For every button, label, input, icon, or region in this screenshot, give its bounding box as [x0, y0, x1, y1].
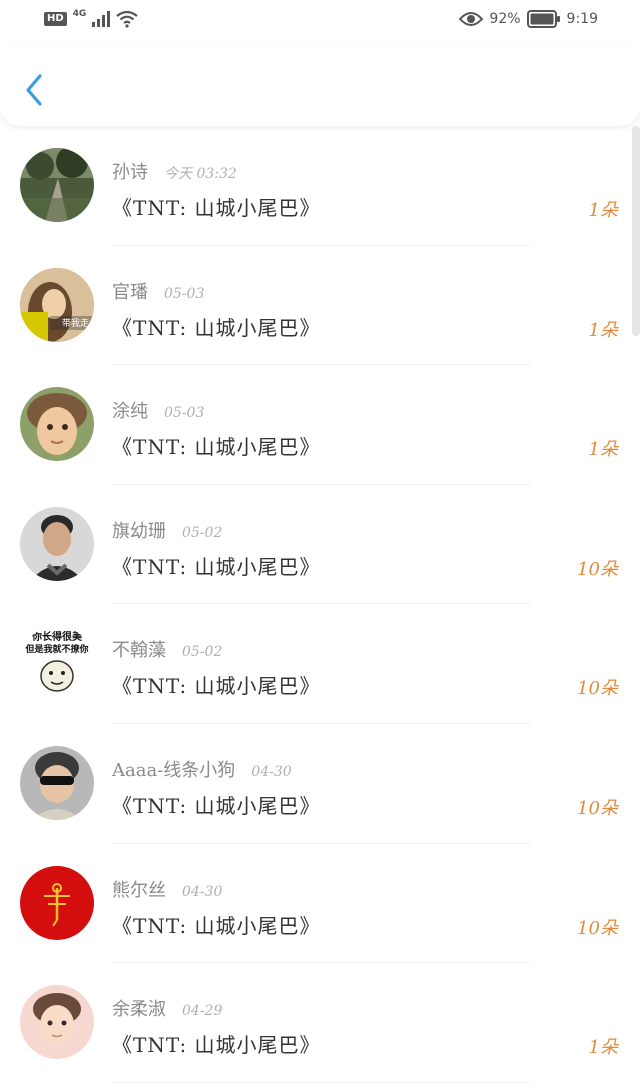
list-item[interactable]: 你长得很美 但是我就不撩你 不翰藻 05-02 《TNT: 山城小尾巴》 10朵	[0, 604, 640, 724]
eye-icon	[459, 12, 484, 26]
network-type: 4G	[72, 9, 87, 19]
avatar[interactable]	[20, 985, 94, 1060]
sender-name: 孙诗	[112, 162, 148, 183]
avatar-caption: 带我走	[62, 318, 89, 329]
work-title: 《TNT: 山城小尾巴》	[112, 913, 321, 938]
flower-count: 1朵	[588, 319, 618, 341]
avatar[interactable]: 你长得很美 但是我就不撩你	[20, 626, 94, 701]
status-bar: HD 4G 92% 9:19	[0, 0, 640, 44]
item-meta: 孙诗 今天 03:32	[112, 158, 237, 184]
flower-count: 10朵	[577, 797, 618, 819]
send-date: 05-03	[164, 405, 205, 422]
sender-name: 熊尔丝	[112, 879, 166, 901]
avatar[interactable]	[20, 148, 94, 222]
flower-count: 10朵	[577, 917, 618, 939]
sender-name: 不翰藻	[112, 640, 166, 662]
flower-count: 1朵	[588, 439, 618, 461]
avatar-caption: 你长得很美	[31, 630, 83, 643]
nav-header	[0, 44, 640, 126]
sender-name: 官璠	[112, 281, 148, 303]
work-title: 《TNT: 山城小尾巴》	[112, 793, 321, 818]
send-date: 今天 03:32	[164, 166, 237, 182]
item-meta: 不翰藻 05-02	[112, 636, 222, 662]
status-right: 92% 9:19	[459, 10, 598, 28]
list-item[interactable]: Aaaa-线条小狗 04-30 《TNT: 山城小尾巴》 10朵	[0, 724, 640, 844]
work-title: 《TNT: 山城小尾巴》	[112, 1033, 321, 1058]
work-title: 《TNT: 山城小尾巴》	[112, 435, 321, 460]
send-date: 04-29	[182, 1003, 223, 1020]
flower-count: 1朵	[588, 200, 618, 221]
item-meta: 涂纯 05-03	[112, 397, 204, 423]
gift-list: 孙诗 今天 03:32 《TNT: 山城小尾巴》 1朵 带我走 官璠 05-03…	[0, 126, 640, 1083]
sender-name: Aaaa-线条小狗	[112, 759, 236, 781]
avatar[interactable]	[20, 745, 94, 820]
send-date: 04-30	[251, 763, 292, 780]
back-button[interactable]	[20, 70, 50, 110]
work-title: 《TNT: 山城小尾巴》	[112, 674, 321, 699]
wifi-icon	[116, 10, 139, 28]
work-title: 《TNT: 山城小尾巴》	[112, 554, 321, 579]
send-date: 04-30	[182, 883, 223, 900]
list-item[interactable]: 涂纯 05-03 《TNT: 山城小尾巴》 1朵	[0, 365, 640, 485]
hd-badge: HD	[44, 12, 67, 26]
sender-name: 余柔淑	[112, 999, 166, 1021]
battery-percent: 92%	[489, 11, 521, 27]
item-meta: 余柔淑 04-29	[112, 995, 222, 1021]
item-meta: 旗幼珊 05-02	[112, 517, 222, 543]
flower-count: 1朵	[588, 1037, 618, 1059]
status-left: HD 4G	[44, 9, 139, 28]
item-meta: 熊尔丝 04-30	[112, 876, 222, 902]
list-item[interactable]: 熊尔丝 04-30 《TNT: 山城小尾巴》 10朵	[0, 844, 640, 964]
send-date: 05-02	[182, 524, 223, 541]
avatar-caption: 但是我就不撩你	[24, 643, 88, 655]
send-date: 05-03	[164, 285, 205, 302]
avatar[interactable]: 带我走	[20, 267, 94, 342]
send-date: 05-02	[182, 644, 223, 661]
work-title: 《TNT: 山城小尾巴》	[112, 315, 321, 340]
sender-name: 旗幼珊	[112, 520, 166, 542]
list-item[interactable]: 余柔淑 04-29 《TNT: 山城小尾巴》 1朵	[0, 963, 640, 1083]
avatar[interactable]	[20, 865, 94, 940]
avatar[interactable]	[20, 387, 94, 462]
item-meta: Aaaa-线条小狗 04-30	[112, 756, 292, 782]
battery-icon	[526, 10, 560, 28]
scrollbar[interactable]	[632, 126, 640, 336]
chevron-left-icon	[26, 74, 42, 106]
clock: 9:19	[566, 11, 598, 27]
flower-count: 10朵	[577, 678, 618, 700]
list-item[interactable]: 带我走 官璠 05-03 《TNT: 山城小尾巴》 1朵	[0, 246, 640, 366]
sender-name: 涂纯	[112, 401, 148, 423]
item-meta: 官璠 05-03	[112, 278, 204, 304]
work-title: 《TNT: 山城小尾巴》	[112, 196, 321, 220]
list-item[interactable]: 旗幼珊 05-02 《TNT: 山城小尾巴》 10朵	[0, 485, 640, 605]
list-item[interactable]: 孙诗 今天 03:32 《TNT: 山城小尾巴》 1朵	[0, 126, 640, 246]
flower-count: 10朵	[577, 558, 618, 580]
avatar[interactable]	[20, 506, 94, 581]
signal-icon	[92, 11, 111, 27]
